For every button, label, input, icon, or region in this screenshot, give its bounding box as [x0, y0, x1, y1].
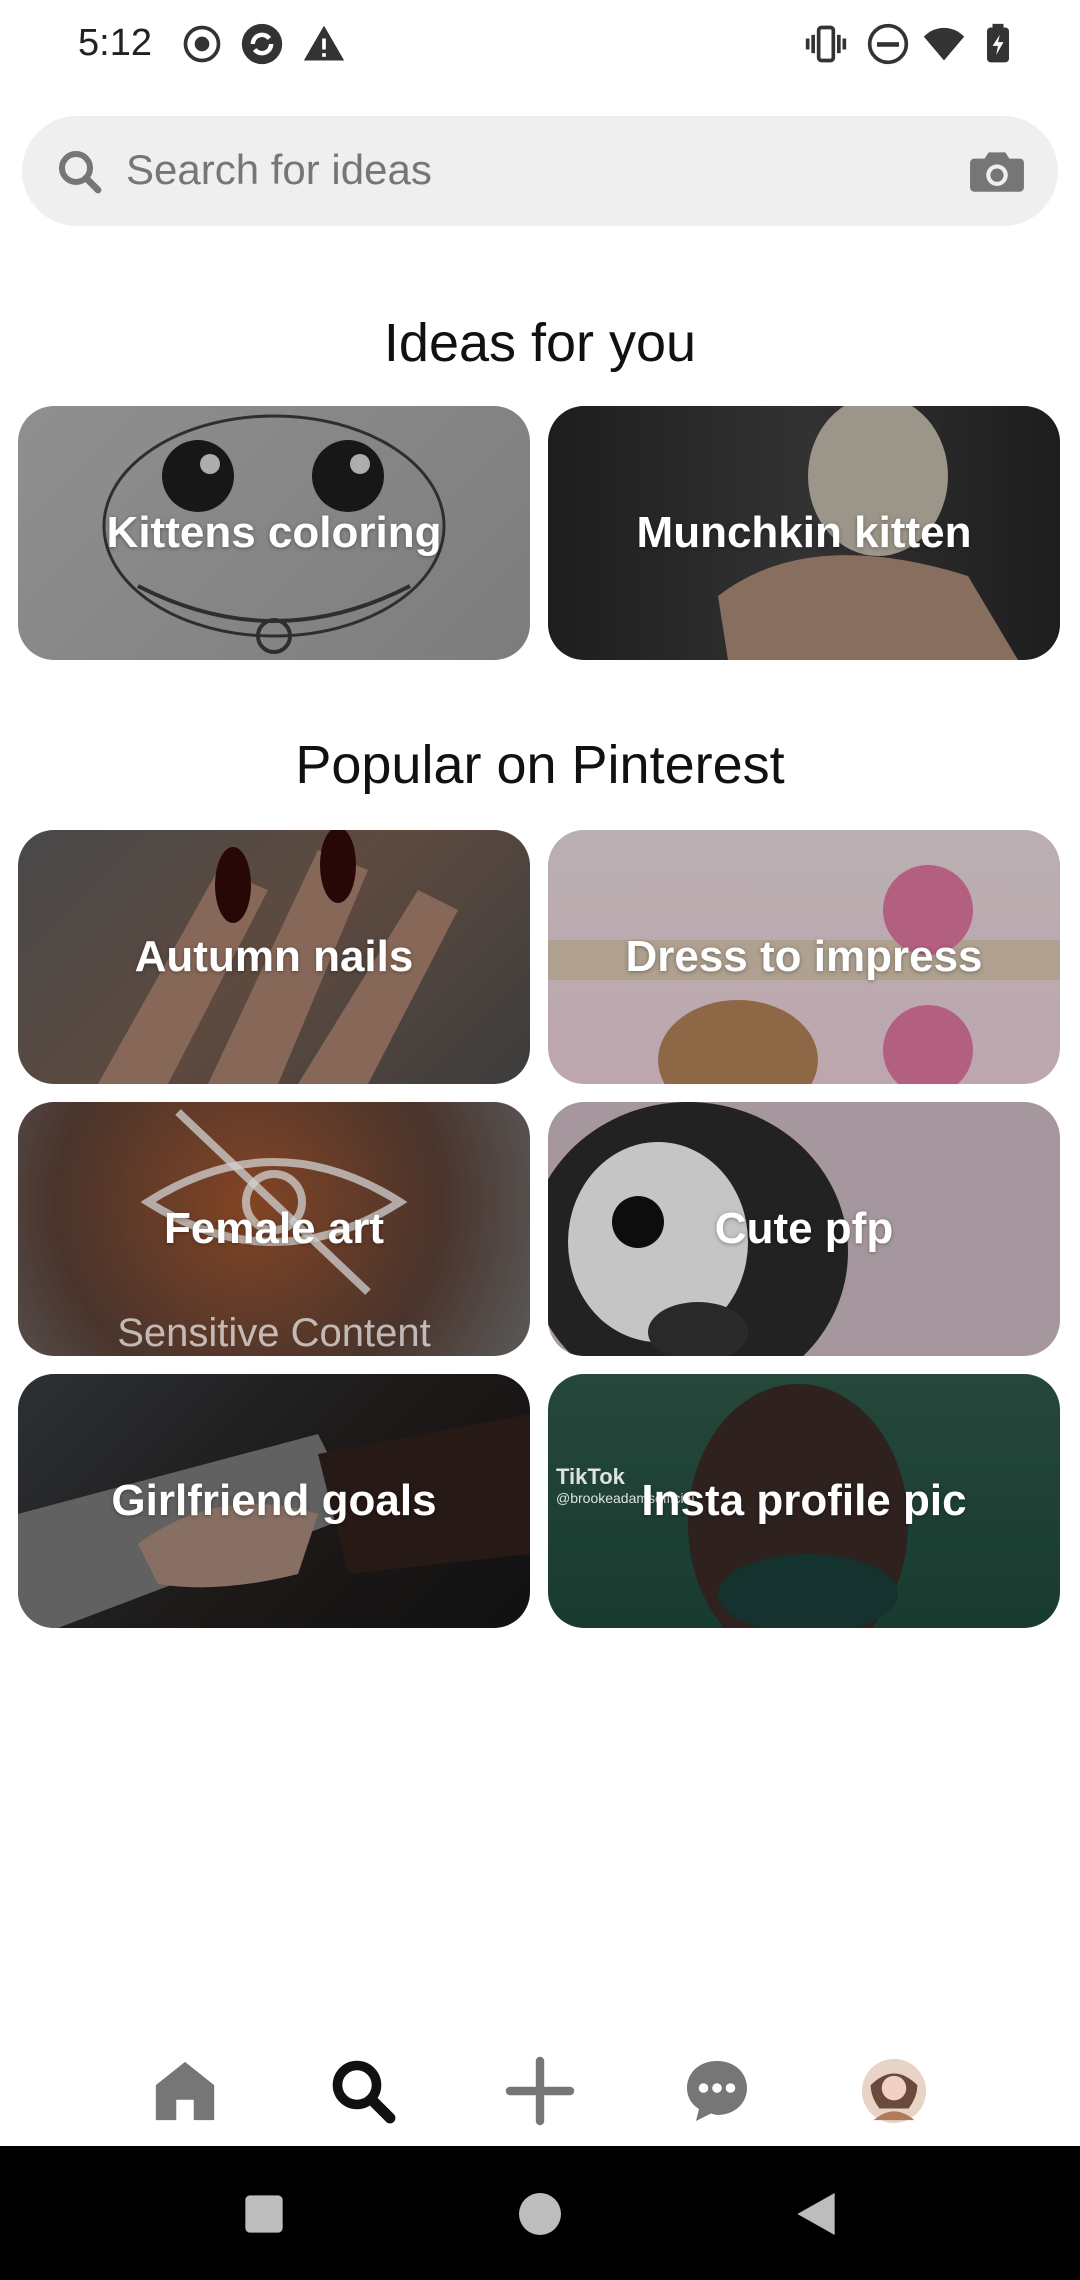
do-not-disturb-icon [867, 23, 909, 65]
popular-tile-cute-pfp[interactable]: Cute pfp [548, 1102, 1060, 1356]
wifi-icon [923, 27, 965, 61]
search-bar[interactable]: Search for ideas [22, 116, 1058, 226]
camera-icon[interactable] [968, 146, 1026, 196]
popular-tile-autumn-nails[interactable]: Autumn nails [18, 830, 530, 1084]
search-input[interactable]: Search for ideas [126, 146, 432, 194]
warning-icon [303, 25, 345, 61]
home-button[interactable] [512, 2186, 568, 2242]
tile-label: Munchkin kitten [636, 508, 972, 557]
battery-icon [987, 23, 1009, 63]
tile-label: Cute pfp [714, 1204, 894, 1253]
tile-label: Female art [163, 1204, 385, 1253]
ideas-for-you-title: Ideas for you [383, 313, 697, 373]
popular-tile-insta-profile-pic[interactable]: TikTok @brookeadamsofficial Insta profil… [548, 1374, 1060, 1628]
nav-home[interactable] [140, 2046, 230, 2136]
popular-tile-female-art[interactable]: Female art Sensitive Content [18, 1102, 530, 1356]
tile-label: Dress to impress [625, 932, 983, 981]
recents-button[interactable] [236, 2186, 292, 2242]
plus-icon [505, 2056, 575, 2126]
popular-on-pinterest-title: Popular on Pinterest [295, 735, 785, 795]
nav-create[interactable] [495, 2046, 585, 2136]
popular-tile-dress-to-impress[interactable]: Dress to impress [548, 830, 1060, 1084]
idea-tile-kittens-coloring[interactable]: Kittens coloring [18, 406, 530, 660]
home-icon [155, 2061, 215, 2121]
search-icon [332, 2060, 396, 2124]
profile-avatar [861, 2058, 927, 2124]
bottom-nav [0, 2022, 1080, 2162]
sync-icon [241, 23, 283, 65]
popular-tile-girlfriend-goals[interactable]: Girlfriend goals [18, 1374, 530, 1628]
tile-label: Autumn nails [134, 932, 414, 981]
nav-messages[interactable] [672, 2046, 762, 2136]
system-nav-bar [0, 2146, 1080, 2280]
idea-tile-munchkin-kitten[interactable]: Munchkin kitten [548, 406, 1060, 660]
sensitive-content-text: Sensitive Content [117, 1311, 431, 1355]
chat-icon [687, 2061, 747, 2121]
status-bar: 5:12 [0, 0, 1080, 90]
nav-search[interactable] [318, 2046, 408, 2136]
record-icon [183, 25, 221, 63]
vibrate-icon [805, 25, 847, 63]
nav-profile[interactable] [849, 2046, 939, 2136]
back-button[interactable] [788, 2186, 844, 2242]
tile-label: Kittens coloring [106, 508, 442, 557]
status-time: 5:12 [78, 22, 152, 64]
tile-label: Girlfriend goals [111, 1476, 437, 1525]
tile-label: Insta profile pic [641, 1476, 967, 1525]
search-icon [59, 151, 102, 194]
